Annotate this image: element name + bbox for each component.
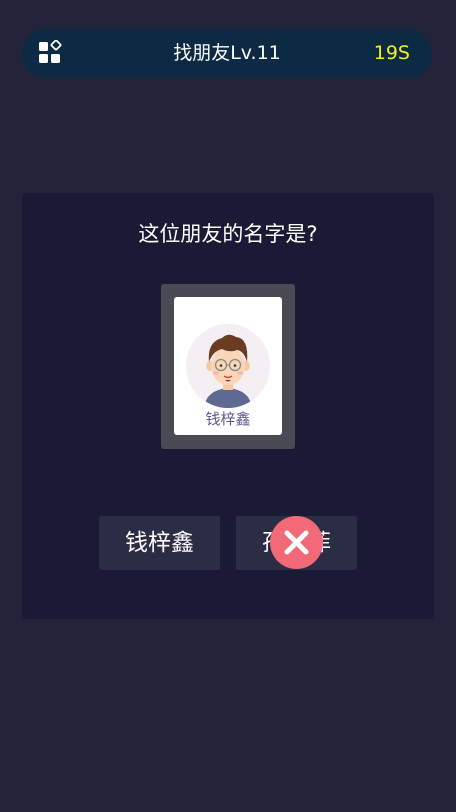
quiz-panel: 这位朋友的名字是? 钱梓鑫 钱梓鑫 [22,193,434,619]
question-text: 这位朋友的名字是? [138,222,318,246]
friend-card-frame: 钱梓鑫 [161,284,295,449]
card-friend-name: 钱梓鑫 [205,410,251,428]
cartoon-boy-icon [204,334,252,408]
close-icon [284,530,309,555]
avatar [186,324,270,408]
countdown-timer: 19S [373,42,410,64]
friend-card: 钱梓鑫 [174,297,282,435]
answer-option-1[interactable]: 钱梓鑫 [99,516,220,570]
wrong-answer-mark [270,516,323,569]
top-bar: 找朋友Lv.11 19S [22,29,432,78]
level-title: 找朋友Lv.11 [173,42,281,64]
